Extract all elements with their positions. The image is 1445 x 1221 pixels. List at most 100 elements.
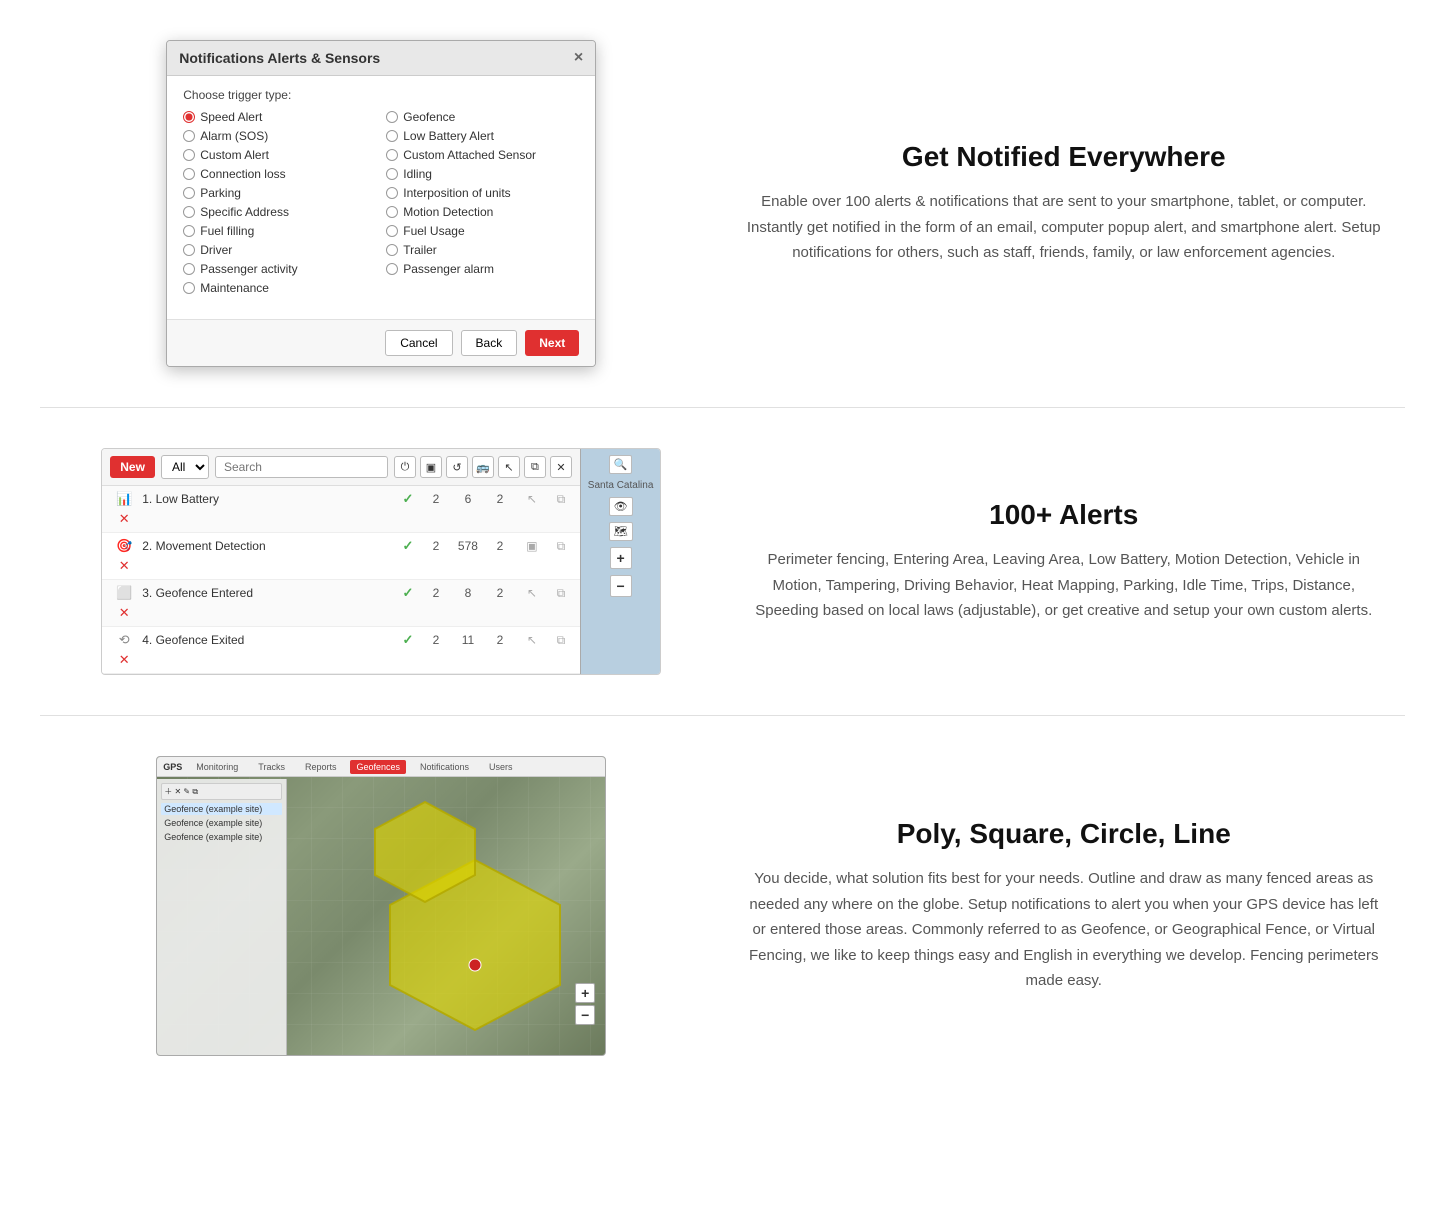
copy-action-3[interactable]: ⧉ xyxy=(550,586,572,601)
close-icon[interactable]: × xyxy=(574,49,583,67)
radio-icon xyxy=(183,206,195,218)
map-search-btn[interactable]: 🔍 xyxy=(609,455,633,474)
notifications-modal: Notifications Alerts & Sensors × Choose … xyxy=(166,40,596,367)
num2-1: 6 xyxy=(454,492,482,506)
close-icon[interactable]: ✕ xyxy=(550,456,572,478)
display-icon[interactable]: ▣ xyxy=(420,456,442,478)
copy-action-1[interactable]: ⧉ xyxy=(550,492,572,507)
nav-users[interactable]: Users xyxy=(483,760,519,774)
delete-icon-1[interactable]: ✕ xyxy=(110,511,138,527)
trigger-geofence[interactable]: Geofence xyxy=(386,110,579,124)
check-icon-1: ✓ xyxy=(398,491,418,507)
map-background: GPS Monitoring Tracks Reports Geofences … xyxy=(157,757,605,1055)
trigger-parking[interactable]: Parking xyxy=(183,186,376,200)
new-alert-button[interactable]: New xyxy=(110,456,155,478)
eye-icon[interactable]: 👁 xyxy=(609,497,633,516)
trigger-fuel-filling[interactable]: Fuel filling xyxy=(183,224,376,238)
num1-3: 2 xyxy=(422,586,450,600)
action-icon-1[interactable]: ↖ xyxy=(518,492,546,506)
radio-icon xyxy=(386,244,398,256)
delete-icon-4[interactable]: ✕ xyxy=(110,652,138,668)
copy-icon[interactable]: ⧉ xyxy=(524,456,546,478)
trigger-label-connection: Connection loss xyxy=(200,167,285,181)
alert-row-1: 📊 1. Low Battery ✓ 2 6 2 ↖ ⧉ ✕ xyxy=(102,486,580,533)
nav-monitoring[interactable]: Monitoring xyxy=(190,760,244,774)
zoom-out-geo[interactable]: − xyxy=(575,1005,595,1025)
radio-icon xyxy=(386,263,398,275)
geo-item-1[interactable]: Geofence (example site) xyxy=(161,803,282,815)
trigger-low-battery[interactable]: Low Battery Alert xyxy=(386,129,579,143)
alert-name-4: 4. Geofence Exited xyxy=(142,633,394,647)
section-alerts: New All ⏻ ▣ ↺ 🚌 ↖ ⧉ ✕ xyxy=(0,408,1445,715)
trigger-custom-alert[interactable]: Custom Alert xyxy=(183,148,376,162)
radio-icon xyxy=(183,130,195,142)
trigger-label-parking: Parking xyxy=(200,186,241,200)
alert-name-1: 1. Low Battery xyxy=(142,492,394,506)
section1-desc: Enable over 100 alerts & notifications t… xyxy=(743,189,1386,266)
nav-notifications[interactable]: Notifications xyxy=(414,760,475,774)
search-input[interactable] xyxy=(215,456,388,478)
map-panel: 🔍 Santa Catalina 👁 🗺 + − xyxy=(580,449,660,674)
delete-icon-3[interactable]: ✕ xyxy=(110,605,138,621)
zoom-in-geo[interactable]: + xyxy=(575,983,595,1003)
trigger-speed-alert[interactable]: Speed Alert xyxy=(183,110,376,124)
trigger-motion-detection[interactable]: Motion Detection xyxy=(386,205,579,219)
trigger-specific-address[interactable]: Specific Address xyxy=(183,205,376,219)
section-geofence: Poly, Square, Circle, Line You decide, w… xyxy=(0,716,1445,1096)
zoom-out-btn[interactable]: − xyxy=(610,575,632,597)
delete-icon-2[interactable]: ✕ xyxy=(110,558,138,574)
map-icon[interactable]: 🗺 xyxy=(609,522,633,541)
trigger-driver[interactable]: Driver xyxy=(183,243,376,257)
alert-row-2: 🎯 2. Movement Detection ✓ 2 578 2 ▣ ⧉ ✕ xyxy=(102,533,580,580)
section2-text: 100+ Alerts Perimeter fencing, Entering … xyxy=(743,499,1386,624)
num1-1: 2 xyxy=(422,492,450,506)
radio-icon xyxy=(386,130,398,142)
trigger-label-battery: Low Battery Alert xyxy=(403,129,494,143)
section1-text: Get Notified Everywhere Enable over 100 … xyxy=(743,141,1386,266)
action-icon-4[interactable]: ↖ xyxy=(518,633,546,647)
trigger-connection-loss[interactable]: Connection loss xyxy=(183,167,376,181)
refresh-icon[interactable]: ↺ xyxy=(446,456,468,478)
trigger-custom-sensor[interactable]: Custom Attached Sensor xyxy=(386,148,579,162)
copy-action-4[interactable]: ⧉ xyxy=(550,633,572,648)
trigger-passenger-alarm[interactable]: Passenger alarm xyxy=(386,262,579,276)
modal-header: Notifications Alerts & Sensors × xyxy=(167,41,595,76)
trigger-passenger-activity[interactable]: Passenger activity xyxy=(183,262,376,276)
cancel-button[interactable]: Cancel xyxy=(385,330,452,356)
modal-footer: Cancel Back Next xyxy=(167,319,595,366)
trigger-interposition[interactable]: Interposition of units xyxy=(386,186,579,200)
num1-2: 2 xyxy=(422,539,450,553)
nav-reports[interactable]: Reports xyxy=(299,760,343,774)
section1-title: Get Notified Everywhere xyxy=(743,141,1386,173)
modal-title: Notifications Alerts & Sensors xyxy=(179,50,380,66)
power-icon[interactable]: ⏻ xyxy=(394,456,416,478)
back-button[interactable]: Back xyxy=(461,330,518,356)
next-button[interactable]: Next xyxy=(525,330,579,356)
geo-item-2[interactable]: Geofence (example site) xyxy=(161,817,282,829)
hex-small xyxy=(365,797,485,907)
nav-geofences[interactable]: Geofences xyxy=(350,760,406,774)
trigger-label-speed: Speed Alert xyxy=(200,110,262,124)
trigger-alarm-sos[interactable]: Alarm (SOS) xyxy=(183,129,376,143)
trigger-idling[interactable]: Idling xyxy=(386,167,579,181)
vehicle-icon[interactable]: 🚌 xyxy=(472,456,494,478)
square-icon: ⬜ xyxy=(110,585,138,601)
zoom-in-btn[interactable]: + xyxy=(610,547,632,569)
copy-action-2[interactable]: ⧉ xyxy=(550,539,572,554)
nav-tracks[interactable]: Tracks xyxy=(252,760,291,774)
trigger-maintenance[interactable]: Maintenance xyxy=(183,281,376,295)
num2-4: 11 xyxy=(454,633,482,647)
radio-icon xyxy=(183,111,195,123)
toolbar-icons: ⏻ ▣ ↺ 🚌 ↖ ⧉ ✕ xyxy=(394,456,572,478)
geo-item-3[interactable]: Geofence (example site) xyxy=(161,831,282,843)
circle-target-icon: 🎯 xyxy=(110,538,138,554)
trigger-trailer[interactable]: Trailer xyxy=(386,243,579,257)
cursor-icon[interactable]: ↖ xyxy=(498,456,520,478)
action-icon-2[interactable]: ▣ xyxy=(518,539,546,553)
trigger-fuel-usage[interactable]: Fuel Usage xyxy=(386,224,579,238)
filter-select[interactable]: All xyxy=(161,455,209,479)
radio-icon xyxy=(183,282,195,294)
num2-2: 578 xyxy=(454,539,482,553)
action-icon-3[interactable]: ↖ xyxy=(518,586,546,600)
geo-left-panel: ＋ ✕ ✎ ⧉ Geofence (example site) Geofence… xyxy=(157,779,287,1055)
